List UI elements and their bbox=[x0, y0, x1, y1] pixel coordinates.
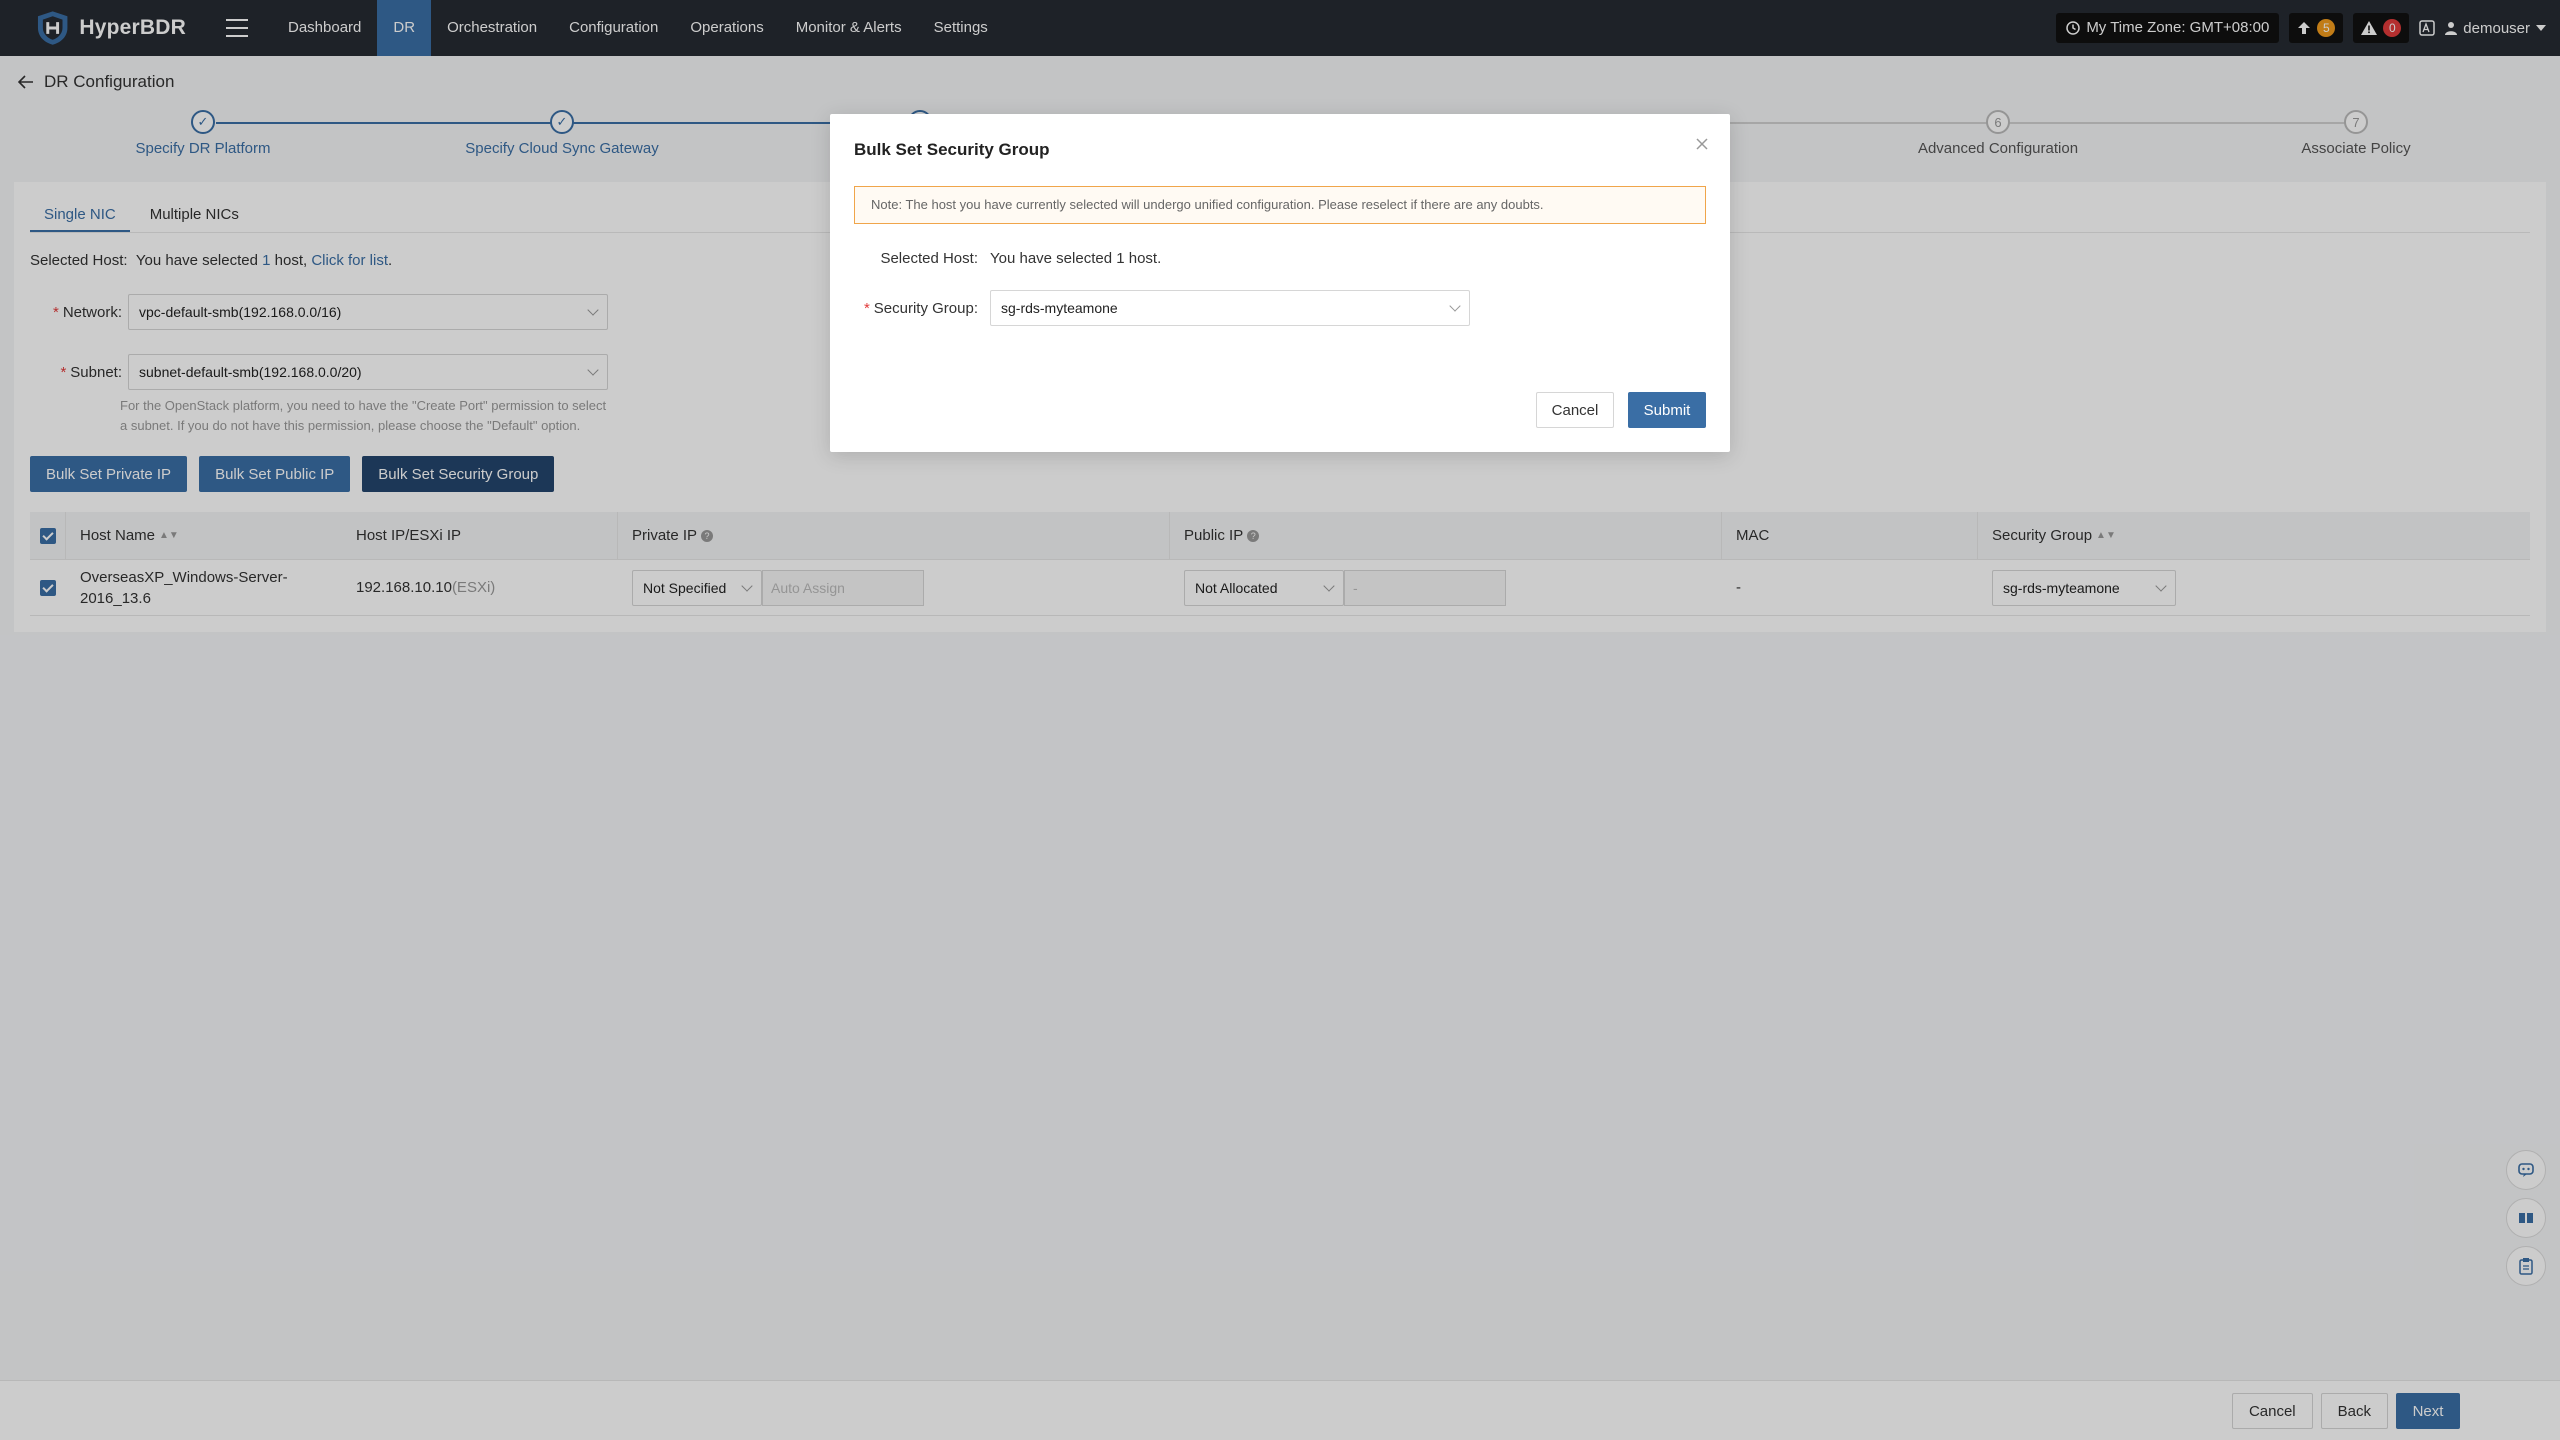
dialog-note: Note: The host you have currently select… bbox=[854, 186, 1706, 224]
dialog-buttons: Cancel Submit bbox=[1536, 392, 1706, 428]
close-icon[interactable] bbox=[1694, 136, 1710, 152]
dialog-cancel-button[interactable]: Cancel bbox=[1536, 392, 1614, 428]
dialog-security-group-label-wrap: * Security Group: bbox=[863, 299, 978, 317]
dialog-security-group-label: Security Group: bbox=[873, 299, 978, 317]
dialog-submit-button[interactable]: Submit bbox=[1628, 392, 1706, 428]
dialog-selected-host-value: You have selected 1 host. bbox=[990, 250, 1162, 267]
dialog-security-group-select[interactable]: sg-rds-myteamone bbox=[990, 290, 1470, 326]
bulk-set-security-group-dialog: Bulk Set Security Group Note: The host y… bbox=[830, 114, 1730, 452]
dialog-security-group-value: sg-rds-myteamone bbox=[1001, 300, 1118, 316]
dialog-selected-host-row: Selected Host: You have selected 1 host. bbox=[830, 250, 1161, 267]
dialog-title: Bulk Set Security Group bbox=[854, 140, 1050, 159]
dialog-security-group-row: * Security Group: sg-rds-myteamone bbox=[830, 290, 1470, 326]
dialog-selected-host-label: Selected Host: bbox=[880, 250, 978, 267]
chevron-down-icon bbox=[1449, 300, 1461, 312]
